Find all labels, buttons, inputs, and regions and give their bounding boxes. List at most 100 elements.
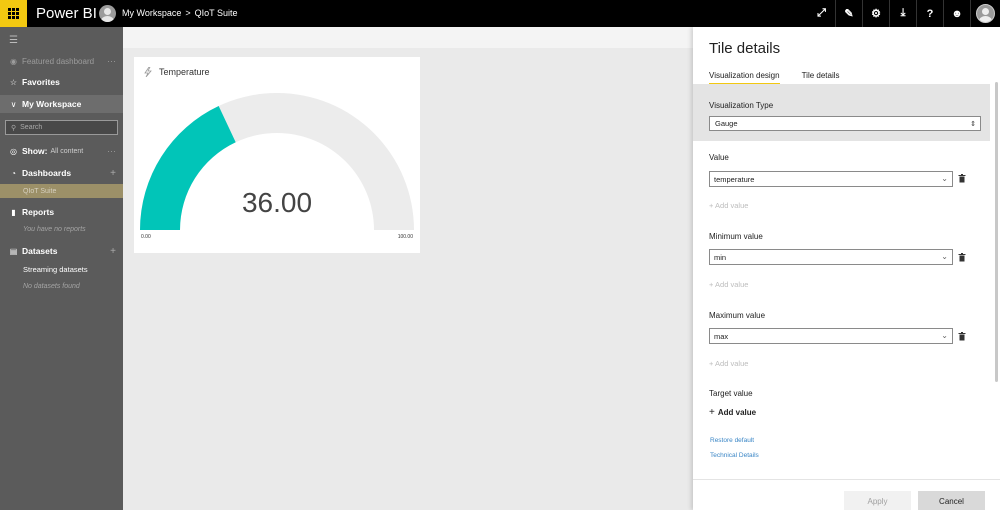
add-dataset-icon[interactable]: + xyxy=(110,246,116,257)
technical-details-link[interactable]: Technical Details xyxy=(710,452,759,459)
add-value-button-1[interactable]: + Add value xyxy=(709,201,748,210)
nav-my-workspace[interactable]: ∨ My Workspace xyxy=(0,95,123,113)
user-avatar-button[interactable] xyxy=(970,0,1000,27)
nav-streaming-datasets[interactable]: Streaming datasets xyxy=(0,263,123,275)
nav-favorites-label: Favorites xyxy=(22,77,60,87)
select-arrows-icon: ⇕ xyxy=(970,120,976,128)
max-value-label: Maximum value xyxy=(709,311,766,320)
cancel-button[interactable]: Cancel xyxy=(918,491,985,510)
add-value-button-2[interactable]: + Add value xyxy=(709,280,748,289)
breadcrumb-workspace[interactable]: My Workspace xyxy=(122,8,181,18)
top-bar: Power BI My Workspace > QIoT Suite ⤢ ✎ ⚙ ⤓… xyxy=(0,0,1000,27)
dashboard-header-strip xyxy=(123,27,693,48)
download-icon[interactable]: ⤓ xyxy=(889,0,916,27)
hamburger-menu-icon[interactable]: ☰ xyxy=(9,35,132,46)
database-icon: ▤ xyxy=(9,246,18,256)
gauge-fill xyxy=(140,106,236,230)
streaming-label: Streaming datasets xyxy=(23,264,88,274)
smiley-icon[interactable]: ☻ xyxy=(943,0,970,27)
featured-icon: ◉ xyxy=(10,56,17,66)
help-icon[interactable]: ? xyxy=(916,0,943,27)
nav-dashboards[interactable]: ◔ Dashboards + xyxy=(0,166,123,180)
viz-type-select[interactable]: Gauge ⇕ xyxy=(709,116,981,131)
nav-favorites[interactable]: ☆ Favorites xyxy=(0,75,123,89)
tile-details-panel: Tile details Visualization design Tile d… xyxy=(693,27,1000,510)
gauge-value: 36.00 xyxy=(242,187,312,218)
viz-type-section: Visualization Type Gauge ⇕ xyxy=(693,84,990,141)
feedback-icon[interactable]: ✎ xyxy=(835,0,862,27)
no-datasets-text: No datasets found xyxy=(23,282,80,290)
no-reports-text: You have no reports xyxy=(23,225,86,233)
gauge-tile[interactable]: 36.00 Temperature 0.00 100.00 xyxy=(134,57,420,253)
nav-datasets-label: Datasets xyxy=(22,246,58,256)
nav-datasets[interactable]: ▤ Datasets + xyxy=(0,244,123,258)
tile-title: Temperature xyxy=(159,67,210,77)
add-value-button-3[interactable]: + Add value xyxy=(709,359,748,368)
breadcrumb-dashboard[interactable]: QIoT Suite xyxy=(195,8,238,18)
value-label: Value xyxy=(709,153,729,162)
chevron-down-icon: ⌄ xyxy=(941,331,948,340)
add-dashboard-icon[interactable]: + xyxy=(110,168,116,179)
app-launcher-button[interactable] xyxy=(0,0,27,27)
nav-workspace-label: My Workspace xyxy=(22,99,82,109)
search-placeholder: Search xyxy=(20,124,43,131)
show-more-icon[interactable]: ··· xyxy=(107,146,116,156)
add-target-value-button[interactable]: + Add value xyxy=(709,407,756,418)
max-field-text: max xyxy=(714,331,729,341)
target-value-label: Target value xyxy=(709,389,753,398)
brand-title[interactable]: Power BI xyxy=(36,5,97,22)
plus-icon: + xyxy=(709,407,715,418)
panel-tabs: Visualization design Tile details xyxy=(709,71,862,85)
min-field-text: min xyxy=(714,252,727,262)
tab-tile-details[interactable]: Tile details xyxy=(802,71,840,85)
dashboard-icon: ◔ xyxy=(11,168,16,178)
nav-dashboard-item-label: QIoT Suite xyxy=(23,187,57,195)
gauge-max-label: 100.00 xyxy=(397,234,413,240)
restore-default-link[interactable]: Restore default xyxy=(710,437,754,444)
tab-visualization-design[interactable]: Visualization design xyxy=(709,71,780,85)
search-icon: ⚲ xyxy=(11,124,17,132)
value-field-text: temperature xyxy=(714,174,755,184)
nav-reports-label: Reports xyxy=(22,207,55,217)
value-field-select[interactable]: temperature ⌄ xyxy=(709,171,953,187)
show-value: All content xyxy=(50,147,84,155)
chevron-down-icon: ∨ xyxy=(10,99,17,109)
nav-dashboards-label: Dashboards xyxy=(22,168,72,178)
nav-dashboard-item[interactable]: QIoT Suite xyxy=(0,184,123,198)
chevron-down-icon: ⌄ xyxy=(941,174,948,183)
breadcrumb-separator: > xyxy=(185,8,191,18)
nav-featured-dashboard[interactable]: ◉ Featured dashboard ··· xyxy=(0,55,123,67)
trash-icon[interactable] xyxy=(958,332,966,341)
left-nav: ☰ ◉ Featured dashboard ··· ☆ Favorites ∨… xyxy=(0,27,123,510)
waffle-icon xyxy=(8,8,19,19)
chevron-down-icon: ⌄ xyxy=(941,252,948,261)
nav-no-datasets: No datasets found xyxy=(0,280,123,292)
nav-reports[interactable]: ▮ Reports xyxy=(0,205,123,219)
nav-search-input[interactable]: ⚲ Search xyxy=(5,120,118,135)
panel-footer: Apply Cancel xyxy=(693,479,1000,510)
apply-button[interactable]: Apply xyxy=(844,491,911,510)
nav-show-filter[interactable]: ◎ Show: All content ··· xyxy=(0,145,123,157)
viz-type-label: Visualization Type xyxy=(709,101,774,110)
viz-type-value: Gauge xyxy=(715,119,738,128)
top-icon-group: ⤢ ✎ ⚙ ⤓ ? ☻ xyxy=(808,0,1000,27)
nav-featured-label: Featured dashboard xyxy=(22,56,95,66)
min-value-label: Minimum value xyxy=(709,232,763,241)
user-icon xyxy=(976,4,995,23)
max-field-select[interactable]: max ⌄ xyxy=(709,328,953,344)
panel-scrollbar[interactable] xyxy=(995,82,998,382)
workspace-avatar-icon xyxy=(99,5,116,22)
featured-more-icon[interactable]: ··· xyxy=(107,56,116,66)
expand-icon[interactable]: ⤢ xyxy=(808,0,835,27)
gauge-min-label: 0.00 xyxy=(141,234,151,240)
min-field-select[interactable]: min ⌄ xyxy=(709,249,953,265)
panel-title: Tile details xyxy=(709,40,781,57)
lightning-icon xyxy=(144,67,152,77)
breadcrumb: My Workspace > QIoT Suite xyxy=(122,8,237,18)
star-icon: ☆ xyxy=(9,77,18,87)
nav-no-reports: You have no reports xyxy=(0,223,123,235)
settings-gear-icon[interactable]: ⚙ xyxy=(862,0,889,27)
bar-chart-icon: ▮ xyxy=(11,207,16,217)
trash-icon[interactable] xyxy=(958,174,966,183)
trash-icon[interactable] xyxy=(958,253,966,262)
